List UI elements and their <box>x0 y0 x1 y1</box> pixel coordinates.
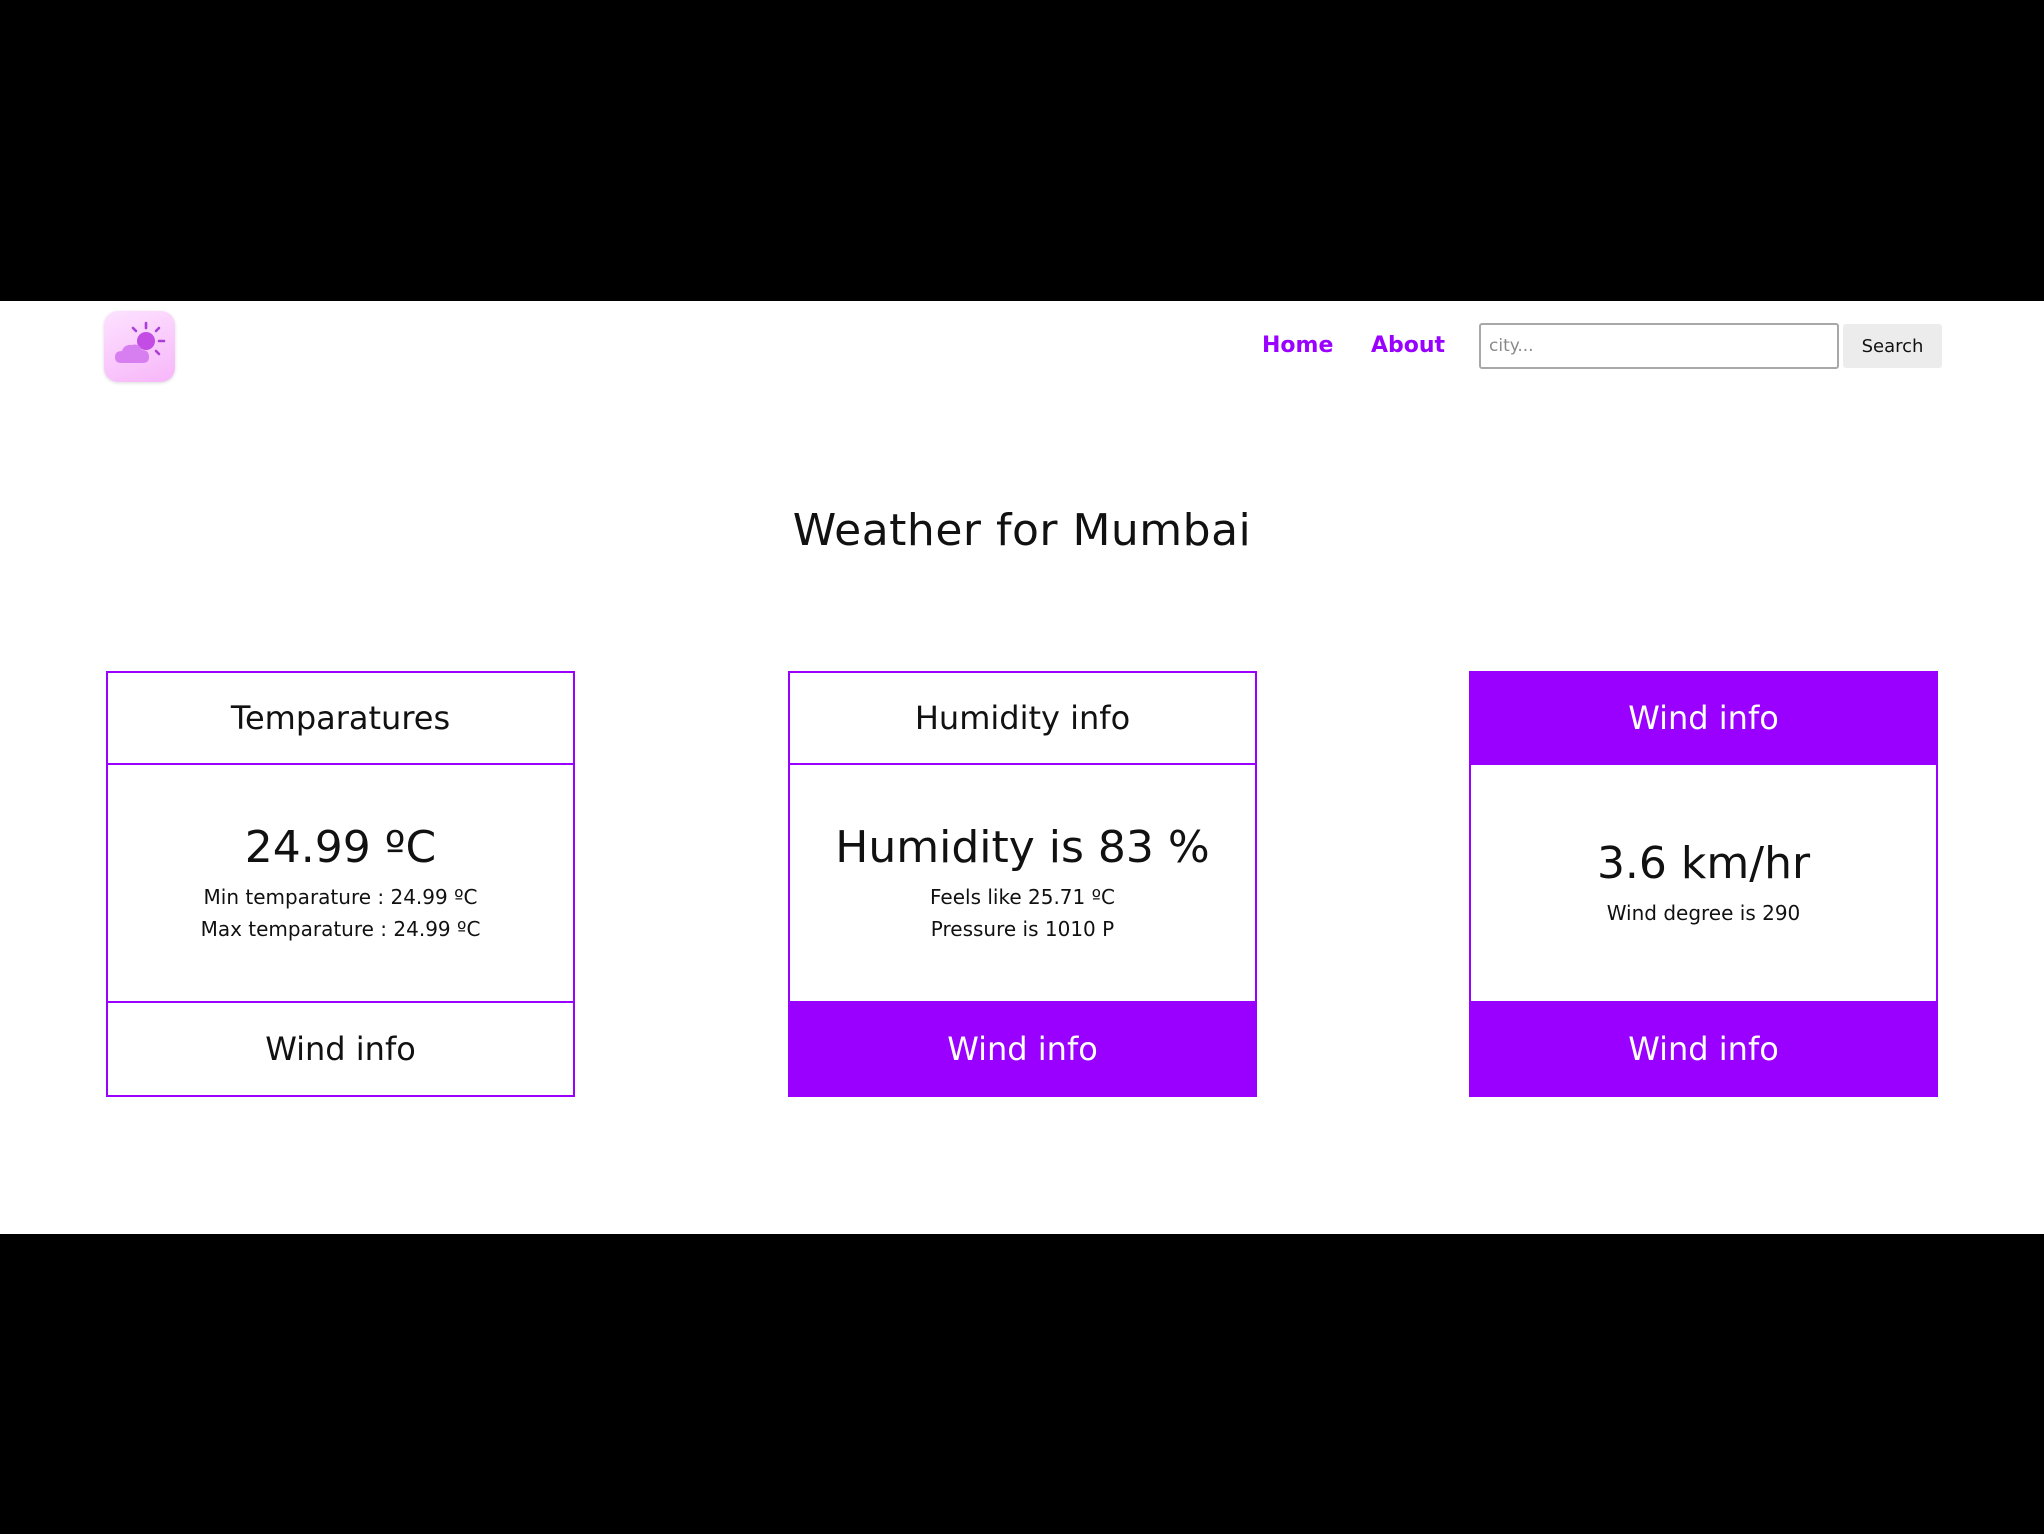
temperature-card: Temparatures 24.99 ºC Min temparature : … <box>106 671 575 1097</box>
card-body: Humidity is 83 % Feels like 25.71 ºC Pre… <box>790 765 1255 1003</box>
pressure: Pressure is 1010 P <box>930 916 1115 941</box>
app-logo[interactable] <box>104 311 175 382</box>
card-header[interactable]: Temparatures <box>108 673 573 765</box>
search-button[interactable]: Search <box>1843 324 1942 368</box>
card-footer-button[interactable]: Wind info <box>108 1003 573 1095</box>
min-temperature: Min temparature : 24.99 ºC <box>203 884 478 909</box>
card-body: 3.6 km/hr Wind degree is 290 <box>1471 765 1936 1003</box>
card-header[interactable]: Humidity info <box>790 673 1255 765</box>
humidity-value: Humidity is 83 % <box>835 821 1210 873</box>
wind-speed-value: 3.6 km/hr <box>1596 837 1811 889</box>
card-footer-button[interactable]: Wind info <box>1471 1003 1936 1095</box>
card-header[interactable]: Wind info <box>1471 673 1936 765</box>
browser-viewport: Home About Search Weather for Mumbai Tem… <box>0 301 2044 1234</box>
weather-sun-cloud-icon <box>115 321 166 363</box>
card-body: 24.99 ºC Min temparature : 24.99 ºC Max … <box>108 765 573 1003</box>
max-temperature: Max temparature : 24.99 ºC <box>200 916 481 941</box>
feels-like: Feels like 25.71 ºC <box>930 884 1115 909</box>
wind-card: Wind info 3.6 km/hr Wind degree is 290 W… <box>1469 671 1938 1097</box>
city-search-input[interactable] <box>1479 323 1839 369</box>
nav-about-link[interactable]: About <box>1371 333 1445 358</box>
humidity-card: Humidity info Humidity is 83 % Feels lik… <box>788 671 1257 1097</box>
wind-degree: Wind degree is 290 <box>1606 900 1801 925</box>
page-title: Weather for Mumbai <box>792 505 1252 556</box>
nav-home-link[interactable]: Home <box>1262 333 1333 358</box>
temperature-value: 24.99 ºC <box>244 821 437 873</box>
card-footer-button[interactable]: Wind info <box>790 1003 1255 1095</box>
